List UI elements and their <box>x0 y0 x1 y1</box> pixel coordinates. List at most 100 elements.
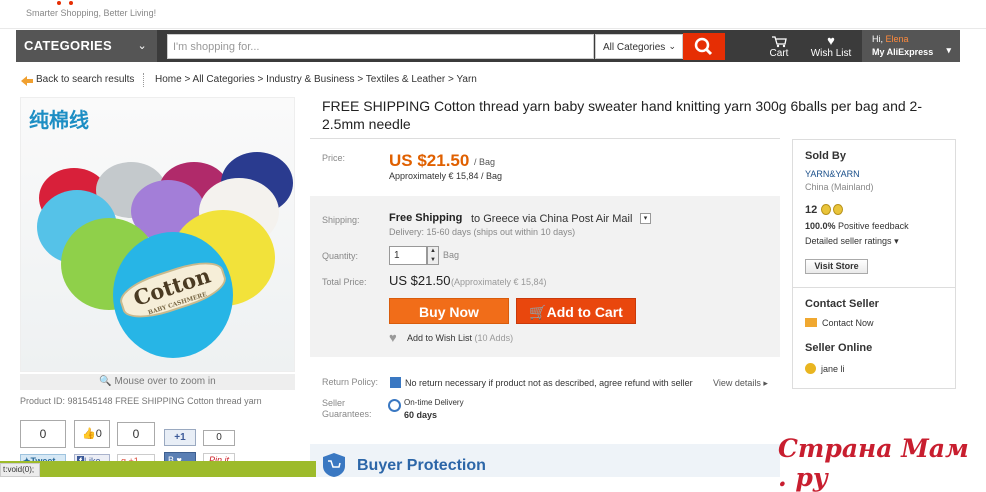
like-count: 0 <box>95 428 102 440</box>
positive-label: Positive feedback <box>838 221 909 231</box>
gplus-count: 0 <box>117 422 155 446</box>
breadcrumb[interactable]: Home > All Categories > Industry & Busin… <box>155 74 477 85</box>
clock-icon <box>388 399 401 412</box>
ontime-days: 60 days <box>404 410 438 420</box>
quantity-label: Quantity: <box>322 251 359 261</box>
contact-seller-header: Contact Seller <box>805 298 879 310</box>
image-caption: 纯棉线 <box>29 108 89 132</box>
greeting: Hi, <box>872 34 883 44</box>
breadcrumb-separator <box>143 73 144 87</box>
search-icon <box>694 37 713 56</box>
my-account-label: My AliExpress <box>872 47 934 57</box>
visit-store-button[interactable]: Visit Store <box>805 259 868 274</box>
plusone-button[interactable]: +1 <box>164 429 196 446</box>
return-policy-icon <box>390 377 401 388</box>
contact-now-link[interactable]: Contact Now <box>822 318 874 328</box>
shipping-destination[interactable]: to Greece via China Post Air Mail <box>471 213 632 225</box>
pin-count: 0 <box>203 430 235 446</box>
seller-ratings-text: Detailed seller ratings <box>805 236 892 246</box>
quantity-stepper[interactable]: ▲ ▼ <box>427 246 439 265</box>
product-title: FREE SHIPPING Cotton thread yarn baby sw… <box>322 98 923 132</box>
product-id: Product ID: 981545148 FREE SHIPPING Cott… <box>20 396 262 406</box>
account-menu[interactable]: Hi, Elena My AliExpress ▾ <box>862 30 960 62</box>
cart-icon <box>772 36 787 48</box>
online-user-link[interactable]: jane li <box>821 364 845 374</box>
quantity-unit: Bag <box>443 250 460 260</box>
cart-button[interactable]: Cart <box>760 34 798 62</box>
bottom-bar <box>0 461 316 477</box>
guarantee-label-line2: Guarantees: <box>322 409 372 419</box>
delivery-time: Delivery: 15-60 days (ships out within 1… <box>389 227 576 237</box>
free-shipping: Free Shipping <box>389 212 463 224</box>
shipping-label: Shipping: <box>322 215 360 225</box>
view-details-link[interactable]: View details ▸ <box>713 378 768 389</box>
divider <box>310 138 780 139</box>
category-select[interactable]: All Categories ⌄ <box>595 34 683 59</box>
add-to-wishlist-link[interactable]: Add to Wish List (10 Adds) <box>407 333 513 343</box>
categories-button[interactable]: CATEGORIES ⌄ <box>16 30 157 62</box>
medal-icon <box>833 204 843 215</box>
total-approx: (Approximately € 15,84) <box>451 277 547 287</box>
caret-down-icon: ▾ <box>946 45 951 55</box>
divider <box>793 287 955 288</box>
ontime-delivery: On-time Delivery <box>404 398 464 407</box>
shield-cart-icon <box>322 452 346 477</box>
zoom-hint: 🔍 Mouse over to zoom in <box>20 374 295 390</box>
guarantee-label-line1: Seller <box>322 398 346 408</box>
shipping-dropdown-icon[interactable]: ▾ <box>640 213 651 224</box>
category-select-value: All Categories <box>603 42 666 53</box>
seller-country: China (Mainland) <box>805 182 874 192</box>
logo-dot <box>69 1 73 5</box>
envelope-icon <box>805 318 817 327</box>
heart-icon: ♥ <box>827 33 835 48</box>
view-details-text: View details <box>713 378 761 388</box>
cart-label: Cart <box>769 48 789 59</box>
caret-down-icon: ▾ <box>894 236 899 246</box>
back-arrow-icon <box>20 74 34 86</box>
browser-status-bar: t:void(0); <box>0 463 40 477</box>
online-status-icon <box>805 363 816 374</box>
logo-dot <box>57 1 61 5</box>
stepper-up-icon[interactable]: ▲ <box>428 247 438 256</box>
magnifier-icon: 🔍 <box>99 376 112 387</box>
seller-ratings-toggle[interactable]: Detailed seller ratings ▾ <box>805 236 899 247</box>
quantity-input[interactable]: 1 <box>389 246 427 265</box>
cart-icon: 🛒 <box>529 304 547 320</box>
user-name: Elena <box>885 34 909 44</box>
seller-score: 12 <box>805 204 818 216</box>
stepper-down-icon[interactable]: ▼ <box>428 256 438 265</box>
thumbs-up-icon: 👍 <box>82 428 96 440</box>
search-button[interactable] <box>683 33 725 60</box>
watermark: Страна Мам . ру <box>778 434 969 492</box>
site-tagline: Smarter Shopping, Better Living! <box>26 8 157 18</box>
share-count: 0 <box>20 420 66 448</box>
store-name-link[interactable]: YARN&YARN <box>805 169 860 179</box>
positive-pct: 100.0% <box>805 221 836 231</box>
price-unit: / Bag <box>474 157 496 167</box>
heart-icon: ♥ <box>389 330 397 345</box>
sold-by-header: Sold By <box>805 150 846 162</box>
add-to-cart-label: Add to Cart <box>546 304 623 320</box>
zoom-hint-text: Mouse over to zoom in <box>114 376 216 387</box>
total-price: US $21.50 <box>389 273 451 288</box>
product-image[interactable]: 纯棉线 Cotton BABY CASHMERE <box>20 97 295 372</box>
return-policy-label: Return Policy: <box>322 377 379 387</box>
wishlist-link-text: Add to Wish List <box>407 333 473 343</box>
chevron-down-icon: ⌄ <box>668 41 676 51</box>
positive-feedback: 100.0% Positive feedback <box>805 221 909 231</box>
price-label: Price: <box>322 153 346 163</box>
back-to-results-link[interactable]: Back to search results <box>36 74 134 85</box>
buy-now-button[interactable]: Buy Now <box>389 298 509 324</box>
seller-guarantees-label: Seller Guarantees: <box>322 398 372 420</box>
seller-online-header: Seller Online <box>805 342 873 354</box>
wishlist-label: Wish List <box>810 48 852 59</box>
wishlist-button[interactable]: ♥ Wish List <box>808 34 854 62</box>
price-approx: Approximately € 15,84 / Bag <box>389 171 503 181</box>
wishlist-adds: (10 Adds) <box>474 333 514 343</box>
price-value: US $21.50 <box>389 151 470 170</box>
search-input[interactable]: I'm shopping for... <box>167 34 594 59</box>
like-count-box[interactable]: 👍0 <box>74 420 110 448</box>
categories-label: CATEGORIES <box>24 38 112 53</box>
total-label: Total Price: <box>322 277 367 287</box>
add-to-cart-button[interactable]: 🛒Add to Cart <box>516 298 636 324</box>
